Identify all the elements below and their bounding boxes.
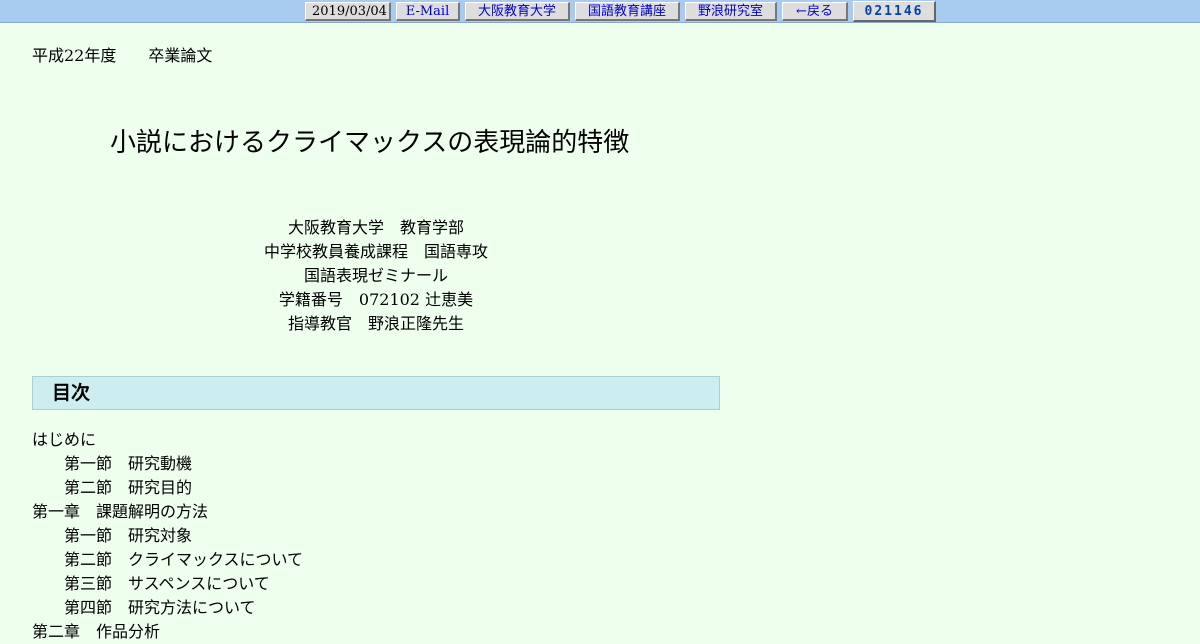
access-counter: 021146: [853, 1, 936, 22]
top-navigation-bar: 2019/03/04 E-Mail 大阪教育大学 国語教育講座 野浪研究室 ←戻…: [0, 0, 1200, 23]
toc-item[interactable]: 第二節 研究目的: [32, 476, 303, 500]
toc-item[interactable]: はじめに: [32, 428, 303, 452]
affiliation-line: 中学校教員養成課程 国語専攻: [263, 242, 488, 261]
affiliation-line: 指導教官 野浪正隆先生: [287, 314, 464, 333]
back-button[interactable]: ←戻る: [782, 2, 848, 21]
toc-item[interactable]: 第一章 課題解明の方法: [32, 500, 303, 524]
toc-item[interactable]: 第二節 クライマックスについて: [32, 548, 303, 572]
thesis-title: 小説におけるクライマックスの表現論的特徴: [110, 128, 630, 158]
affiliation-line: 国語表現ゼミナール: [303, 266, 448, 285]
thesis-year-label: 平成22年度 卒業論文: [32, 46, 213, 65]
author-affiliation: 大阪教育大学 教育学部 中学校教員養成課程 国語専攻 国語表現ゼミナール 学籍番…: [32, 216, 720, 336]
toc-item[interactable]: 第四節 研究方法について: [32, 596, 303, 620]
date-display: 2019/03/04: [305, 2, 391, 21]
email-button[interactable]: E-Mail: [396, 2, 460, 21]
toc-item[interactable]: 第三節 サスペンスについて: [32, 572, 303, 596]
toc-item[interactable]: 第二章 作品分析: [32, 620, 303, 644]
toc-heading: 目次: [32, 376, 720, 410]
university-button[interactable]: 大阪教育大学: [465, 2, 570, 21]
department-button[interactable]: 国語教育講座: [575, 2, 680, 21]
toc-item[interactable]: 第一節 研究対象: [32, 524, 303, 548]
lab-button[interactable]: 野浪研究室: [685, 2, 777, 21]
table-of-contents: はじめに 第一節 研究動機 第二節 研究目的 第一章 課題解明の方法 第一節 研…: [32, 428, 303, 644]
toc-item[interactable]: 第一節 研究動機: [32, 452, 303, 476]
affiliation-line: 学籍番号 072102 辻恵美: [278, 290, 474, 309]
nav-button-group: 2019/03/04 E-Mail 大阪教育大学 国語教育講座 野浪研究室 ←戻…: [305, 1, 936, 22]
affiliation-line: 大阪教育大学 教育学部: [287, 218, 464, 237]
